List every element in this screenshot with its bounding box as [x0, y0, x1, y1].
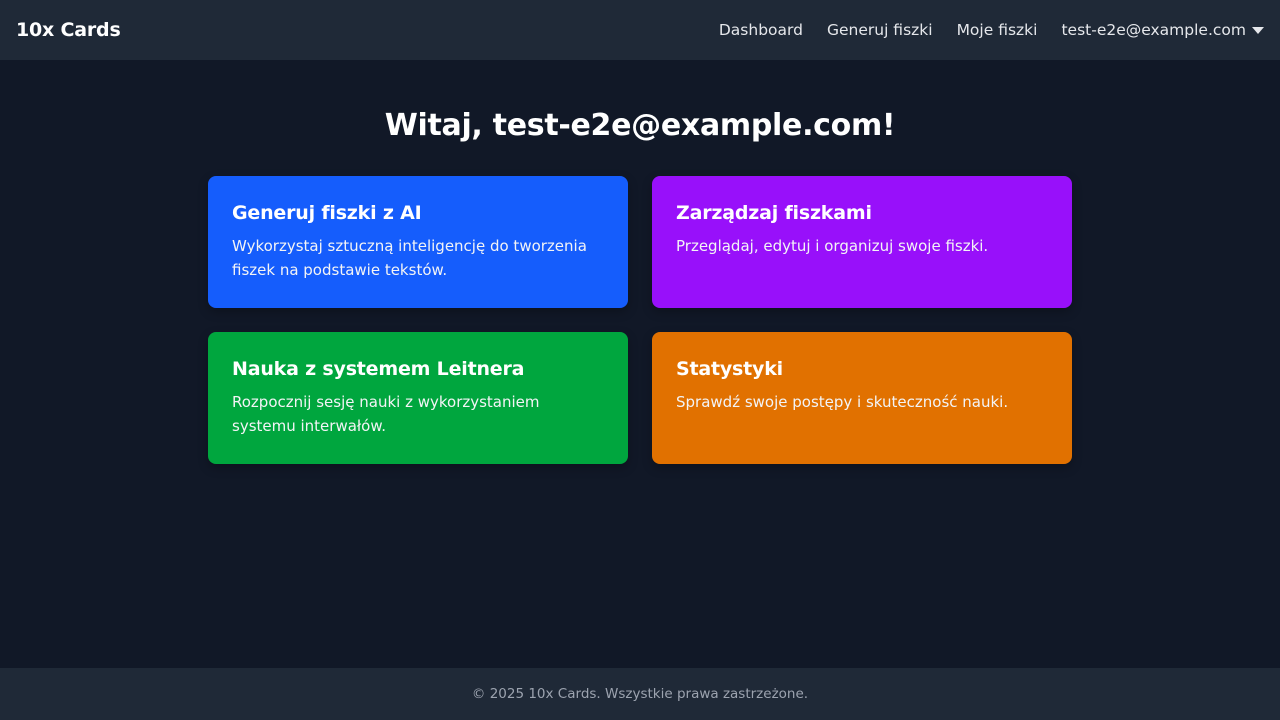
- card-description: Wykorzystaj sztuczną inteligencję do two…: [232, 237, 587, 279]
- card-statistics[interactable]: Statystyki Sprawdź swoje postępy i skute…: [652, 332, 1072, 464]
- card-description: Rozpocznij sesję nauki z wykorzystaniem …: [232, 393, 540, 435]
- card-title: Generuj fiszki z AI: [232, 202, 422, 224]
- card-title: Nauka z systemem Leitnera: [232, 358, 525, 380]
- top-navbar: 10x Cards Dashboard Generuj fiszki Moje …: [0, 0, 1280, 60]
- card-title: Zarządzaj fiszkami: [676, 202, 872, 224]
- nav-link-dashboard[interactable]: Dashboard: [719, 21, 803, 39]
- user-email: test-e2e@example.com: [1061, 21, 1246, 39]
- card-title: Statystyki: [676, 358, 783, 380]
- card-description: Sprawdź swoje postępy i skuteczność nauk…: [676, 393, 1009, 411]
- page-footer: © 2025 10x Cards. Wszystkie prawa zastrz…: [0, 668, 1280, 720]
- nav-link-my-flashcards[interactable]: Moje fiszki: [957, 21, 1038, 39]
- card-leitner-learning[interactable]: Nauka z systemem Leitnera Rozpocznij ses…: [208, 332, 628, 464]
- card-manage-flashcards[interactable]: Zarządzaj fiszkami Przeglądaj, edytuj i …: [652, 176, 1072, 308]
- card-description: Przeglądaj, edytuj i organizuj swoje fis…: [676, 237, 989, 255]
- footer-copyright: © 2025 10x Cards. Wszystkie prawa zastrz…: [471, 686, 809, 702]
- caret-down-icon: [1252, 27, 1264, 34]
- brand-logo[interactable]: 10x Cards: [16, 19, 121, 41]
- user-menu-button[interactable]: test-e2e@example.com: [1061, 21, 1264, 39]
- card-generate-ai[interactable]: Generuj fiszki z AI Wykorzystaj sztuczną…: [208, 176, 628, 308]
- nav-links: Dashboard Generuj fiszki Moje fiszki tes…: [695, 21, 1264, 39]
- welcome-heading: Witaj, test-e2e@example.com!: [384, 108, 896, 143]
- nav-link-generate[interactable]: Generuj fiszki: [827, 21, 933, 39]
- dashboard-main: Witaj, test-e2e@example.com! Generuj fis…: [0, 60, 1280, 668]
